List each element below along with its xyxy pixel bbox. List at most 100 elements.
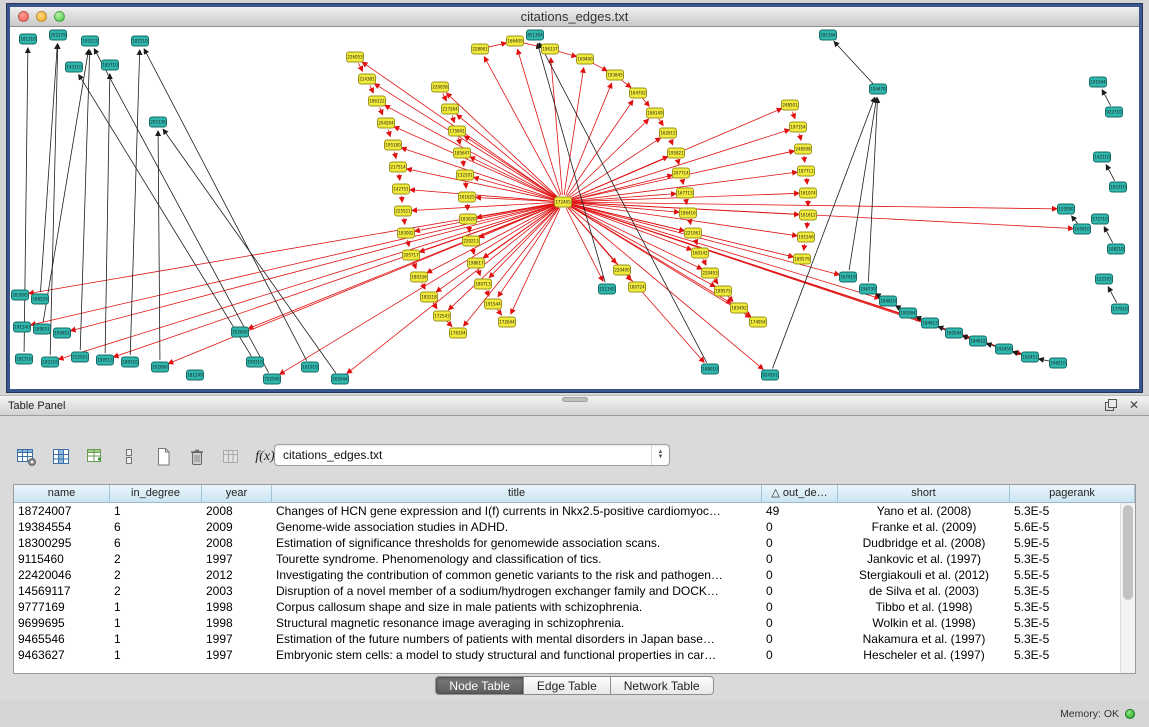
network-node[interactable]: 186149 — [647, 108, 664, 118]
network-node[interactable]: 192450 — [996, 344, 1013, 354]
network-node[interactable]: 108210 — [1108, 244, 1125, 254]
network-node[interactable]: 196739 — [860, 284, 877, 294]
column-header-pagerank[interactable]: pagerank — [1010, 485, 1135, 502]
network-node[interactable]: 180724 — [629, 282, 646, 292]
tab-node-table[interactable]: Node Table — [435, 676, 524, 695]
network-node[interactable]: 188010 — [702, 364, 719, 374]
network-node[interactable]: 172644 — [499, 317, 516, 327]
network-node[interactable]: 185647 — [454, 148, 471, 158]
network-node[interactable]: 142110 — [1094, 152, 1111, 162]
network-graph[interactable]: 1724052260532143811861222042041951802175… — [10, 27, 1139, 389]
network-node[interactable]: 165910 — [1074, 224, 1091, 234]
network-node[interactable]: 143110 — [66, 62, 83, 72]
network-node[interactable]: 142751 — [393, 184, 410, 194]
network-node[interactable]: 752540 — [264, 374, 281, 384]
network-node[interactable]: 166210 — [1050, 358, 1067, 368]
network-node[interactable]: 196137 — [542, 44, 559, 54]
network-node[interactable]: 191546 — [798, 232, 815, 242]
network-node[interactable]: 165044 — [332, 374, 349, 384]
network-node[interactable]: 174954 — [750, 317, 767, 327]
column-header-short[interactable]: short — [838, 485, 1010, 502]
network-node[interactable]: 161612 — [800, 210, 817, 220]
network-node[interactable]: 217264 — [442, 104, 459, 114]
network-node[interactable]: 217514 — [390, 162, 407, 172]
table-row[interactable]: 1830029562008Estimation of significance … — [14, 535, 1120, 551]
network-node[interactable]: 164702 — [630, 88, 647, 98]
network-node[interactable]: 187711 — [798, 166, 815, 176]
network-node[interactable]: 195821 — [668, 148, 685, 158]
network-node[interactable]: 162615 — [660, 128, 677, 138]
network-node[interactable]: 186416 — [680, 208, 697, 218]
table-row[interactable]: 1872400712008Changes of HCN gene express… — [14, 503, 1120, 519]
network-node[interactable]: 183002 — [398, 228, 415, 238]
table-row[interactable]: 1938455462009Genome-wide association stu… — [14, 519, 1120, 535]
network-node[interactable]: 226053 — [347, 52, 364, 62]
network-node[interactable]: 161625 — [459, 192, 476, 202]
network-node[interactable]: 192451 — [1022, 352, 1039, 362]
network-node[interactable]: 202179 — [50, 30, 67, 40]
network-node[interactable]: 191544 — [485, 299, 502, 309]
delete-table-icon[interactable] — [184, 444, 210, 470]
network-node[interactable]: 122105 — [1096, 274, 1113, 284]
network-node[interactable]: 181310 — [16, 354, 33, 364]
network-node[interactable]: 225521 — [395, 206, 412, 216]
network-node[interactable]: 180713 — [475, 279, 492, 289]
new-table-icon[interactable] — [150, 444, 176, 470]
network-node[interactable]: 195223 — [82, 36, 99, 46]
table-row[interactable]: 1456911722003Disruption of a novel membe… — [14, 583, 1120, 599]
table-row[interactable]: 2242004622012Investigating the contribut… — [14, 567, 1120, 583]
network-node[interactable]: 181210 — [20, 34, 37, 44]
network-node[interactable]: 167919 — [840, 272, 857, 282]
table-row[interactable]: 911546021997Tourette syndrome. Phenomeno… — [14, 551, 1120, 567]
network-node[interactable]: 189110 — [122, 357, 139, 367]
network-node[interactable]: 193845 — [607, 70, 624, 80]
network-node[interactable]: 220493 — [702, 268, 719, 278]
float-panel-icon[interactable] — [1103, 398, 1117, 412]
network-node[interactable]: 221061 — [685, 228, 702, 238]
network-node[interactable]: 851304 — [527, 30, 544, 40]
network-node[interactable]: 190513 — [97, 355, 114, 365]
network-node[interactable]: 190310 — [247, 357, 264, 367]
minimize-window-button[interactable] — [36, 11, 47, 22]
network-node[interactable]: 191540 — [14, 322, 31, 332]
table-selector-combo[interactable]: citations_edges.txt ▲▼ — [274, 444, 670, 466]
network-node[interactable]: 181304 — [820, 30, 837, 40]
table-scrollbar[interactable] — [1120, 503, 1135, 673]
network-node[interactable]: 204204 — [378, 118, 395, 128]
table-row[interactable]: 946554611997Estimation of the future num… — [14, 631, 1120, 647]
network-node[interactable]: 184610 — [880, 296, 897, 306]
column-header-in_degree[interactable]: in_degree — [110, 485, 202, 502]
network-node[interactable]: 192110 — [42, 357, 59, 367]
network-node[interactable]: 205717 — [403, 250, 420, 260]
network-node[interactable]: 185310 — [1110, 182, 1127, 192]
network-node[interactable]: 185492 — [731, 303, 748, 313]
network-window-titlebar[interactable]: citations_edges.txt — [10, 7, 1139, 27]
tab-edge-table[interactable]: Edge Table — [524, 676, 611, 695]
network-node[interactable]: 198617 — [468, 258, 485, 268]
table-row[interactable]: 969969511998Structural magnetic resonanc… — [14, 615, 1120, 631]
network-node[interactable]: 175841 — [449, 126, 466, 136]
column-visibility-icon[interactable] — [48, 444, 74, 470]
network-node[interactable]: 194479 — [870, 84, 887, 94]
network-node[interactable]: 202690 — [152, 362, 169, 372]
network-node[interactable]: 160544 — [946, 328, 963, 338]
network-node[interactable]: 159580 — [1058, 204, 1075, 214]
table-row[interactable]: 977716911998Corpus callosum shape and si… — [14, 599, 1120, 615]
network-node[interactable]: 160142 — [692, 248, 709, 258]
network-node[interactable]: 185710 — [102, 60, 119, 70]
network-node[interactable]: 922710 — [1106, 107, 1123, 117]
row-height-icon[interactable] — [116, 444, 142, 470]
network-canvas[interactable]: 1724052260532143811861222042041951802175… — [10, 27, 1139, 389]
table-edit-icon[interactable] — [82, 444, 108, 470]
network-node[interactable]: 189579 — [794, 254, 811, 264]
network-node[interactable]: 228061 — [472, 44, 489, 54]
network-node[interactable]: 161910 — [302, 362, 319, 372]
network-node[interactable]: 184613 — [922, 318, 939, 328]
combo-stepper-icon[interactable]: ▲▼ — [651, 445, 669, 465]
network-node[interactable]: 189051 — [34, 324, 51, 334]
network-node[interactable]: 191044 — [1090, 77, 1107, 87]
table-settings-icon[interactable] — [14, 444, 40, 470]
column-header-title[interactable]: title — [272, 485, 762, 502]
network-node[interactable]: 924501 — [762, 370, 779, 380]
network-node[interactable]: 215051 — [72, 352, 89, 362]
